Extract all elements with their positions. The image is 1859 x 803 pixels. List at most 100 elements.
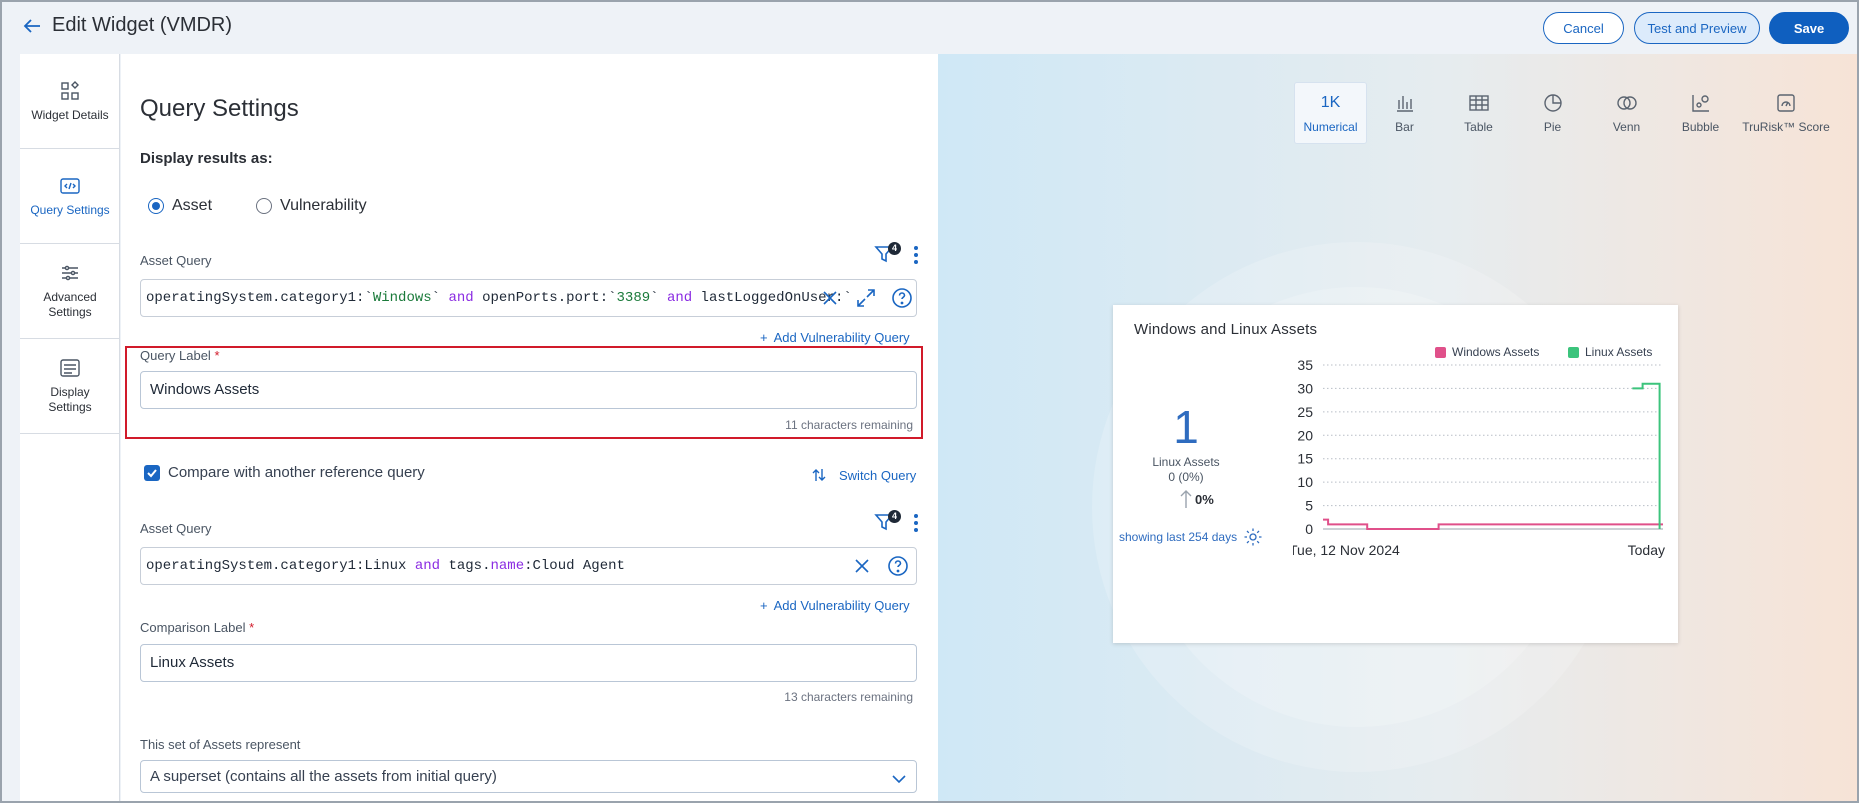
help-icon[interactable]	[886, 554, 910, 578]
sidebar-item-label: Widget Details	[31, 107, 109, 122]
filter-count-badge: 4	[888, 510, 901, 523]
cancel-button[interactable]: Cancel	[1543, 12, 1624, 44]
assets-represent-label: This set of Assets represent	[140, 737, 301, 752]
sidebar-item-label: Display Settings	[48, 385, 92, 414]
series-line-windows	[1323, 518, 1663, 530]
radio-vulnerability[interactable]: Vulnerability	[256, 197, 367, 215]
code-icon	[59, 175, 81, 197]
count-sub: 0 (0%)	[1168, 470, 1204, 484]
bar-icon	[1394, 92, 1416, 114]
comparison-label-input[interactable]: Linux Assets	[140, 644, 917, 682]
chevron-down-icon	[890, 768, 908, 786]
tab-label: Table	[1464, 120, 1493, 134]
trend-value: 0%	[1195, 491, 1214, 507]
help-icon[interactable]	[890, 286, 914, 310]
y-tick-label: 20	[1297, 427, 1313, 443]
section-heading: Query Settings	[140, 95, 299, 122]
tab-bubble[interactable]: Bubble	[1664, 82, 1737, 144]
tab-trurisk-score[interactable]: TruRisk™ Score	[1742, 82, 1830, 144]
link-label: Add Vulnerability Query	[773, 598, 910, 613]
query-text: operatingSystem.category1:`Windows` and …	[146, 290, 852, 306]
link-label: Switch Query	[839, 467, 917, 483]
query-label-label: Query Label *	[140, 348, 220, 363]
window-frame: Edit Widget (VMDR) Cancel Test and Previ…	[0, 0, 1859, 803]
link-label: Add Vulnerability Query	[773, 330, 910, 345]
more-options-icon[interactable]	[911, 243, 921, 267]
y-tick-label: 0	[1305, 521, 1313, 537]
line-chart: 0 5 10 15 20 25 30 35 Tue, 12 Nov 2024 Today	[1293, 357, 1665, 558]
query-text: operatingSystem.category1:Linux and tags…	[146, 558, 625, 574]
compare-label: Compare with another reference query	[168, 464, 425, 481]
table-icon	[1468, 92, 1490, 114]
x-tick-label-start: Tue, 12 Nov 2024	[1293, 542, 1400, 558]
numerical-glyph: 1K	[1320, 94, 1341, 111]
add-vulnerability-query-link-1[interactable]: + Add Vulnerability Query	[760, 330, 910, 345]
bubble-icon	[1690, 92, 1712, 114]
arrow-up-icon	[1180, 490, 1192, 508]
tab-venn[interactable]: Venn	[1590, 82, 1663, 144]
tab-label: Pie	[1543, 120, 1562, 134]
sidebar-item-display-settings[interactable]: Display Settings	[20, 339, 120, 434]
tab-numerical[interactable]: 1K Numerical	[1294, 82, 1367, 144]
gear-icon[interactable]	[1243, 527, 1263, 547]
settings-sidebar: Widget Details Query Settings Advanced S…	[20, 54, 120, 801]
widget-preview-card: Windows and Linux Assets 1 Linux Assets …	[1113, 305, 1678, 643]
select-value: A superset (contains all the assets from…	[150, 768, 497, 785]
query-label-remaining: 11 characters remaining	[785, 418, 913, 432]
y-tick-label: 5	[1305, 498, 1313, 514]
venn-icon	[1616, 92, 1638, 114]
tab-table[interactable]: Table	[1442, 82, 1515, 144]
header: Edit Widget (VMDR) Cancel Test and Previ…	[2, 2, 1857, 54]
y-tick-label: 25	[1297, 404, 1313, 420]
radio-circle	[148, 198, 164, 214]
compare-checkbox[interactable]	[144, 465, 160, 481]
comparison-label-label: Comparison Label *	[140, 620, 255, 635]
comparison-label-remaining: 13 characters remaining	[784, 690, 913, 704]
showing-days-link[interactable]: showing last 254 days	[1119, 527, 1263, 547]
count-label: Linux Assets	[1152, 455, 1220, 469]
tab-label: Bubble	[1681, 120, 1720, 134]
sidebar-item-query-settings[interactable]: Query Settings	[20, 149, 120, 244]
tab-bar[interactable]: Bar	[1368, 82, 1441, 144]
sidebar-item-widget-details[interactable]: Widget Details	[20, 54, 120, 149]
asset-query-input[interactable]: operatingSystem.category1:`Windows` and …	[140, 279, 917, 317]
add-vulnerability-query-link-2[interactable]: + Add Vulnerability Query	[760, 598, 910, 613]
pie-icon	[1542, 92, 1564, 114]
plus-icon: +	[760, 598, 768, 613]
trurisk-icon	[1775, 92, 1797, 114]
clear-icon[interactable]	[818, 286, 842, 310]
asset-query-label-2: Asset Query	[140, 521, 212, 536]
radio-label: Vulnerability	[280, 197, 367, 214]
save-button[interactable]: Save	[1769, 12, 1849, 44]
card-title: Windows and Linux Assets	[1134, 321, 1318, 338]
y-tick-label: 30	[1297, 380, 1313, 396]
plus-icon: +	[760, 330, 768, 345]
tab-pie[interactable]: Pie	[1516, 82, 1589, 144]
clear-icon[interactable]	[850, 554, 874, 578]
assets-represent-select[interactable]: A superset (contains all the assets from…	[140, 760, 917, 793]
count-value: 1	[1173, 401, 1199, 453]
asset-query-label: Asset Query	[140, 253, 212, 268]
showing-label: showing last 254 days	[1119, 530, 1238, 544]
sidebar-item-label: Advanced Settings	[43, 290, 97, 319]
sidebar-item-advanced-settings[interactable]: Advanced Settings	[20, 244, 120, 339]
x-tick-label-end: Today	[1628, 542, 1665, 558]
expand-icon[interactable]	[854, 286, 878, 310]
trend-indicator: 0%	[1180, 489, 1214, 509]
filter-count-badge: 4	[888, 242, 901, 255]
back-arrow-icon[interactable]	[20, 14, 44, 38]
display-as-label: Display results as:	[140, 150, 273, 167]
more-options-icon[interactable]	[911, 511, 921, 535]
radio-asset[interactable]: Asset	[148, 197, 212, 215]
series-line-linux	[1632, 382, 1661, 529]
switch-query-link[interactable]: Switch Query	[811, 467, 916, 483]
query-label-input[interactable]: Windows Assets	[140, 371, 917, 409]
asset-query-input-2[interactable]: operatingSystem.category1:Linux and tags…	[140, 547, 917, 585]
radio-label: Asset	[172, 197, 213, 214]
y-tick-label: 15	[1297, 451, 1313, 467]
y-tick-label: 10	[1297, 474, 1313, 490]
test-and-preview-button[interactable]: Test and Preview	[1634, 12, 1760, 44]
tab-label: Bar	[1395, 120, 1414, 134]
display-icon	[59, 357, 81, 379]
switch-arrows-icon	[812, 469, 826, 481]
